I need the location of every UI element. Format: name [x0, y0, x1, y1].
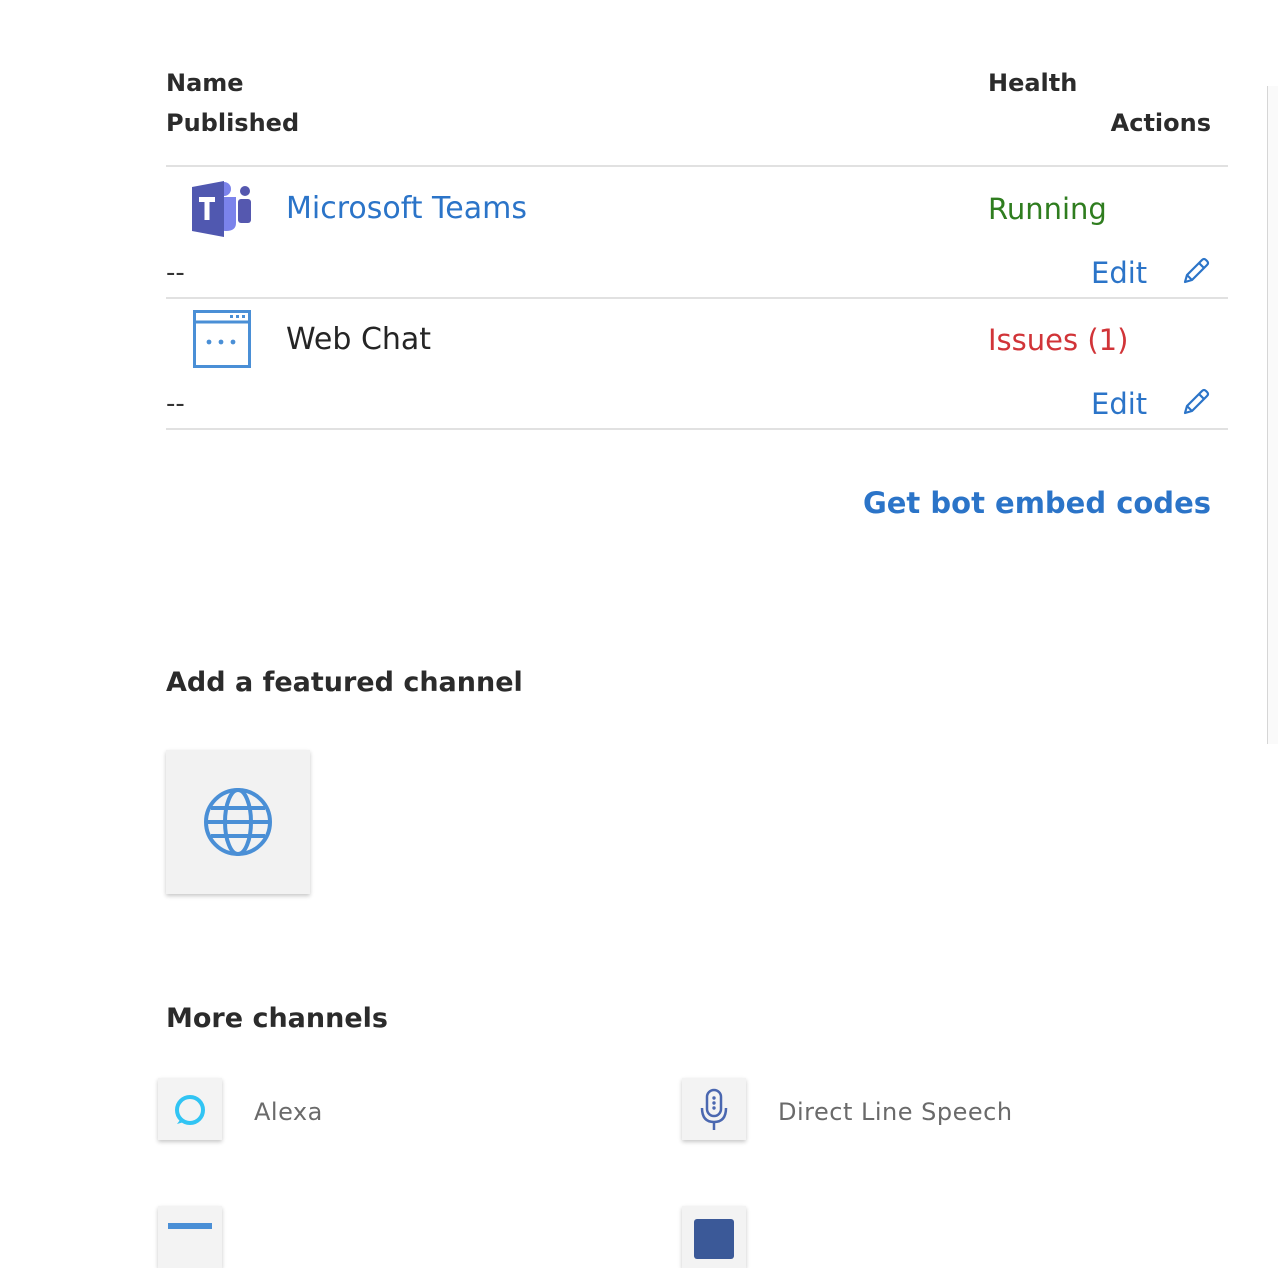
column-header-published[interactable]: Published — [166, 108, 299, 138]
column-header-name[interactable]: Name — [166, 68, 244, 98]
vertical-scrollbar[interactable] — [1267, 86, 1278, 744]
microphone-icon — [700, 1088, 728, 1130]
featured-channel-tile[interactable] — [166, 750, 310, 894]
alexa-tile[interactable] — [158, 1078, 222, 1140]
header-divider — [166, 165, 1228, 167]
pencil-icon[interactable] — [1178, 386, 1212, 420]
get-embed-codes-link[interactable]: Get bot embed codes — [863, 485, 1211, 521]
status-issues[interactable]: Issues (1) — [988, 322, 1128, 358]
status-running: Running — [988, 192, 1107, 226]
channel-name-link[interactable]: Microsoft Teams — [286, 191, 527, 227]
channel-name[interactable]: Web Chat — [286, 322, 431, 358]
edit-button[interactable]: Edit — [1091, 255, 1147, 291]
web-chat-icon — [193, 310, 251, 368]
column-header-health[interactable]: Health — [988, 68, 1077, 98]
alexa-label[interactable]: Alexa — [254, 1097, 323, 1127]
channel-tile[interactable] — [158, 1206, 222, 1268]
channel-icon — [168, 1223, 212, 1229]
published-value: -- — [166, 258, 185, 288]
facebook-icon — [694, 1219, 734, 1259]
row-divider — [166, 297, 1228, 299]
microsoft-teams-icon — [192, 181, 251, 237]
row-divider — [166, 428, 1228, 430]
column-header-actions: Actions — [1110, 109, 1211, 137]
more-channels-title: More channels — [166, 1003, 388, 1034]
facebook-tile[interactable] — [682, 1206, 746, 1268]
direct-line-speech-tile[interactable] — [682, 1078, 746, 1140]
alexa-icon — [175, 1095, 205, 1125]
edit-button[interactable]: Edit — [1091, 386, 1147, 422]
globe-icon — [204, 788, 272, 856]
direct-line-speech-label[interactable]: Direct Line Speech — [778, 1097, 1013, 1127]
featured-channel-title: Add a featured channel — [166, 667, 523, 698]
published-value: -- — [166, 389, 185, 419]
pencil-icon[interactable] — [1178, 255, 1212, 289]
